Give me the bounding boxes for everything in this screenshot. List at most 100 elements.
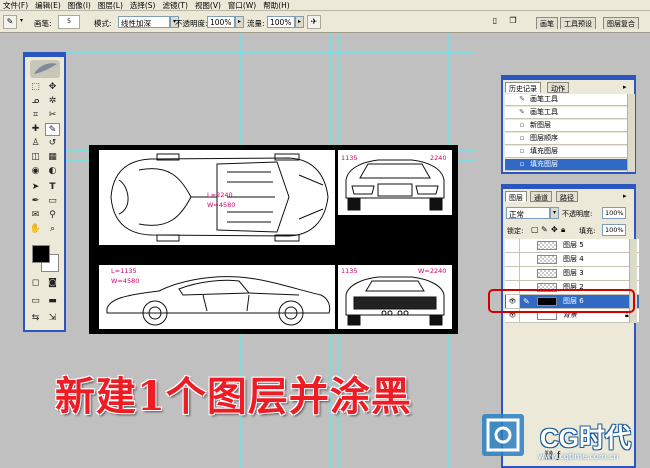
history-item[interactable]: ✎ 画笔工具 xyxy=(505,107,629,119)
gradient-tool-icon[interactable]: ▦ xyxy=(45,151,60,164)
tab-actions[interactable]: 动作 xyxy=(547,82,569,93)
brush-label: 画笔: xyxy=(34,19,52,28)
car-side-view: L=1135 W=4580 xyxy=(99,265,335,329)
history-item-label: 图层顺序 xyxy=(530,134,558,142)
brush-size-picker[interactable]: 5 xyxy=(58,15,80,29)
chevron-down-icon[interactable]: ▾ xyxy=(18,16,25,28)
type-tool-icon[interactable]: T xyxy=(45,181,60,194)
layer-row[interactable]: 图层 5 xyxy=(505,239,639,253)
feather-icon xyxy=(34,63,57,74)
layer-thumbnail xyxy=(537,255,557,264)
crop-tool-icon[interactable]: ⌗ xyxy=(28,109,43,122)
new-window-button[interactable]: ❐ xyxy=(506,15,520,29)
dimension-label: W=4580 xyxy=(207,201,236,209)
layer-thumbnail xyxy=(537,241,557,250)
layer-opacity-input[interactable]: 100% xyxy=(602,207,626,219)
cgtime-logo-text: CG时代 xyxy=(540,423,632,453)
document-icon: ▯ xyxy=(492,16,498,25)
well-tab-tool-presets[interactable]: 工具预设 xyxy=(560,17,596,29)
history-item[interactable]: ▫ 新图层 xyxy=(505,120,629,132)
lasso-tool-icon[interactable]: ᓄ xyxy=(28,95,43,108)
menu-view[interactable]: 视图(V) xyxy=(195,0,221,11)
lock-pixels-icon[interactable]: ✎ xyxy=(541,225,548,234)
marquee-tool-icon[interactable]: ⬚ xyxy=(28,81,43,94)
magic-wand-tool-icon[interactable]: ✲ xyxy=(45,95,60,108)
cgtime-logo: CG时代 www.cgtime.com.cn xyxy=(478,408,650,468)
opacity-input[interactable]: 100% xyxy=(207,16,235,28)
visibility-toggle[interactable] xyxy=(506,253,520,266)
lock-transparency-icon[interactable]: ▢ xyxy=(531,225,539,234)
menu-help[interactable]: 帮助(H) xyxy=(263,0,290,11)
layer-row[interactable]: 图层 4 xyxy=(505,253,639,267)
menu-edit[interactable]: 编辑(E) xyxy=(35,0,61,11)
history-item[interactable]: ▫ 图层顺序 xyxy=(505,133,629,145)
menu-file[interactable]: 文件(F) xyxy=(3,0,28,11)
menu-select[interactable]: 选择(S) xyxy=(130,0,156,11)
mode-select[interactable]: 线性加深 xyxy=(118,16,170,28)
fill-input[interactable]: 100% xyxy=(602,224,626,236)
panel-menu-arrow-icon[interactable]: ▸ xyxy=(623,192,627,200)
menu-window[interactable]: 窗口(W) xyxy=(228,0,256,11)
slice-tool-icon[interactable]: ✂ xyxy=(45,109,60,122)
tool-preset-picker[interactable]: ✎ xyxy=(3,15,17,29)
visibility-toggle[interactable] xyxy=(506,267,520,280)
history-scrollbar[interactable] xyxy=(627,94,635,172)
layer-name: 图层 4 xyxy=(563,255,584,263)
photoshop-logo[interactable] xyxy=(30,60,60,78)
menu-layer[interactable]: 图层(L) xyxy=(98,0,123,11)
opacity-dropdown-icon[interactable]: ▸ xyxy=(235,16,244,28)
blur-tool-icon[interactable]: ◉ xyxy=(28,165,43,178)
brush-tool-icon[interactable]: ✎ xyxy=(45,123,60,136)
visibility-toggle[interactable] xyxy=(506,239,520,252)
panel-menu-arrow-icon[interactable]: ▸ xyxy=(623,83,627,91)
hand-tool-icon[interactable]: ✋ xyxy=(28,223,43,236)
history-item-selected[interactable]: ▫ 填充图层 xyxy=(505,159,629,171)
tab-paths[interactable]: 路径 xyxy=(556,191,578,202)
well-tab-layer-comps[interactable]: 图层复合 xyxy=(603,17,639,29)
screen-mode-standard-icon[interactable]: ▭ xyxy=(28,295,43,308)
screen-mode-full-icon[interactable]: ▬ xyxy=(45,295,60,308)
tab-history[interactable]: 历史记录 xyxy=(505,82,541,93)
path-selection-tool-icon[interactable]: ➤ xyxy=(28,181,43,194)
menu-image[interactable]: 图像(I) xyxy=(68,0,91,11)
options-bar: ✎ ▾ 画笔: 5 模式: 线性加深 ▾ 不透明度: 100% ▸ 流量: 10… xyxy=(0,11,650,33)
quick-mask-icon[interactable]: ◙ xyxy=(45,277,60,290)
menu-filter[interactable]: 滤镜(T) xyxy=(163,0,188,11)
lock-all-icon[interactable]: 🔒︎ xyxy=(561,225,565,235)
shape-tool-icon[interactable]: ▭ xyxy=(45,195,60,208)
move-tool-icon[interactable]: ✥ xyxy=(45,81,60,94)
foreground-color-swatch[interactable] xyxy=(32,245,50,263)
history-item[interactable]: ✎ 画笔工具 xyxy=(505,94,629,106)
blend-mode-select[interactable]: 正常 xyxy=(506,207,550,219)
file-browser-button[interactable]: ▯ xyxy=(488,15,502,29)
notes-tool-icon[interactable]: ✉ xyxy=(28,209,43,222)
dodge-tool-icon[interactable]: ◐ xyxy=(45,165,60,178)
layer-row[interactable]: 图层 3 xyxy=(505,267,639,281)
tab-channels[interactable]: 通道 xyxy=(530,191,552,202)
mode-label: 模式: xyxy=(94,19,112,28)
history-item-label: 填充图层 xyxy=(530,147,558,155)
eraser-tool-icon[interactable]: ◫ xyxy=(28,151,43,164)
standard-mode-icon[interactable]: ◻ xyxy=(28,277,43,290)
pen-tool-icon[interactable]: ✒ xyxy=(28,195,43,208)
lock-position-icon[interactable]: ✥ xyxy=(551,225,558,234)
history-item-label: 填充图层 xyxy=(530,160,558,168)
eyedropper-tool-icon[interactable]: ⚲ xyxy=(45,209,60,222)
zoom-tool-icon[interactable]: ⌕ xyxy=(45,223,60,236)
document-canvas[interactable]: L=2240 W=4580 1135 2240 L=1135 W=4580 11… xyxy=(89,145,458,334)
well-tab-brushes[interactable]: 画笔 xyxy=(536,17,558,29)
cgtime-url: www.cgtime.com.cn xyxy=(538,452,619,461)
flow-dropdown-icon[interactable]: ▸ xyxy=(295,16,304,28)
brush-icon: ✎ xyxy=(6,17,14,26)
history-item-label: 画笔工具 xyxy=(530,108,558,116)
imageready-icon[interactable]: ⇲ xyxy=(45,312,60,325)
history-brush-tool-icon[interactable]: ↺ xyxy=(45,137,60,150)
airbrush-button[interactable]: ✈ xyxy=(307,15,321,29)
flow-input[interactable]: 100% xyxy=(267,16,295,28)
history-item[interactable]: ▫ 填充图层 xyxy=(505,146,629,158)
healing-brush-tool-icon[interactable]: ✚ xyxy=(28,123,43,136)
jump-to-imageready-icon[interactable]: ⇆ xyxy=(28,312,43,325)
clone-stamp-tool-icon[interactable]: ♙ xyxy=(28,137,43,150)
tab-layers[interactable]: 图层 xyxy=(505,191,527,202)
blend-mode-dropdown-icon[interactable]: ▾ xyxy=(550,207,559,219)
